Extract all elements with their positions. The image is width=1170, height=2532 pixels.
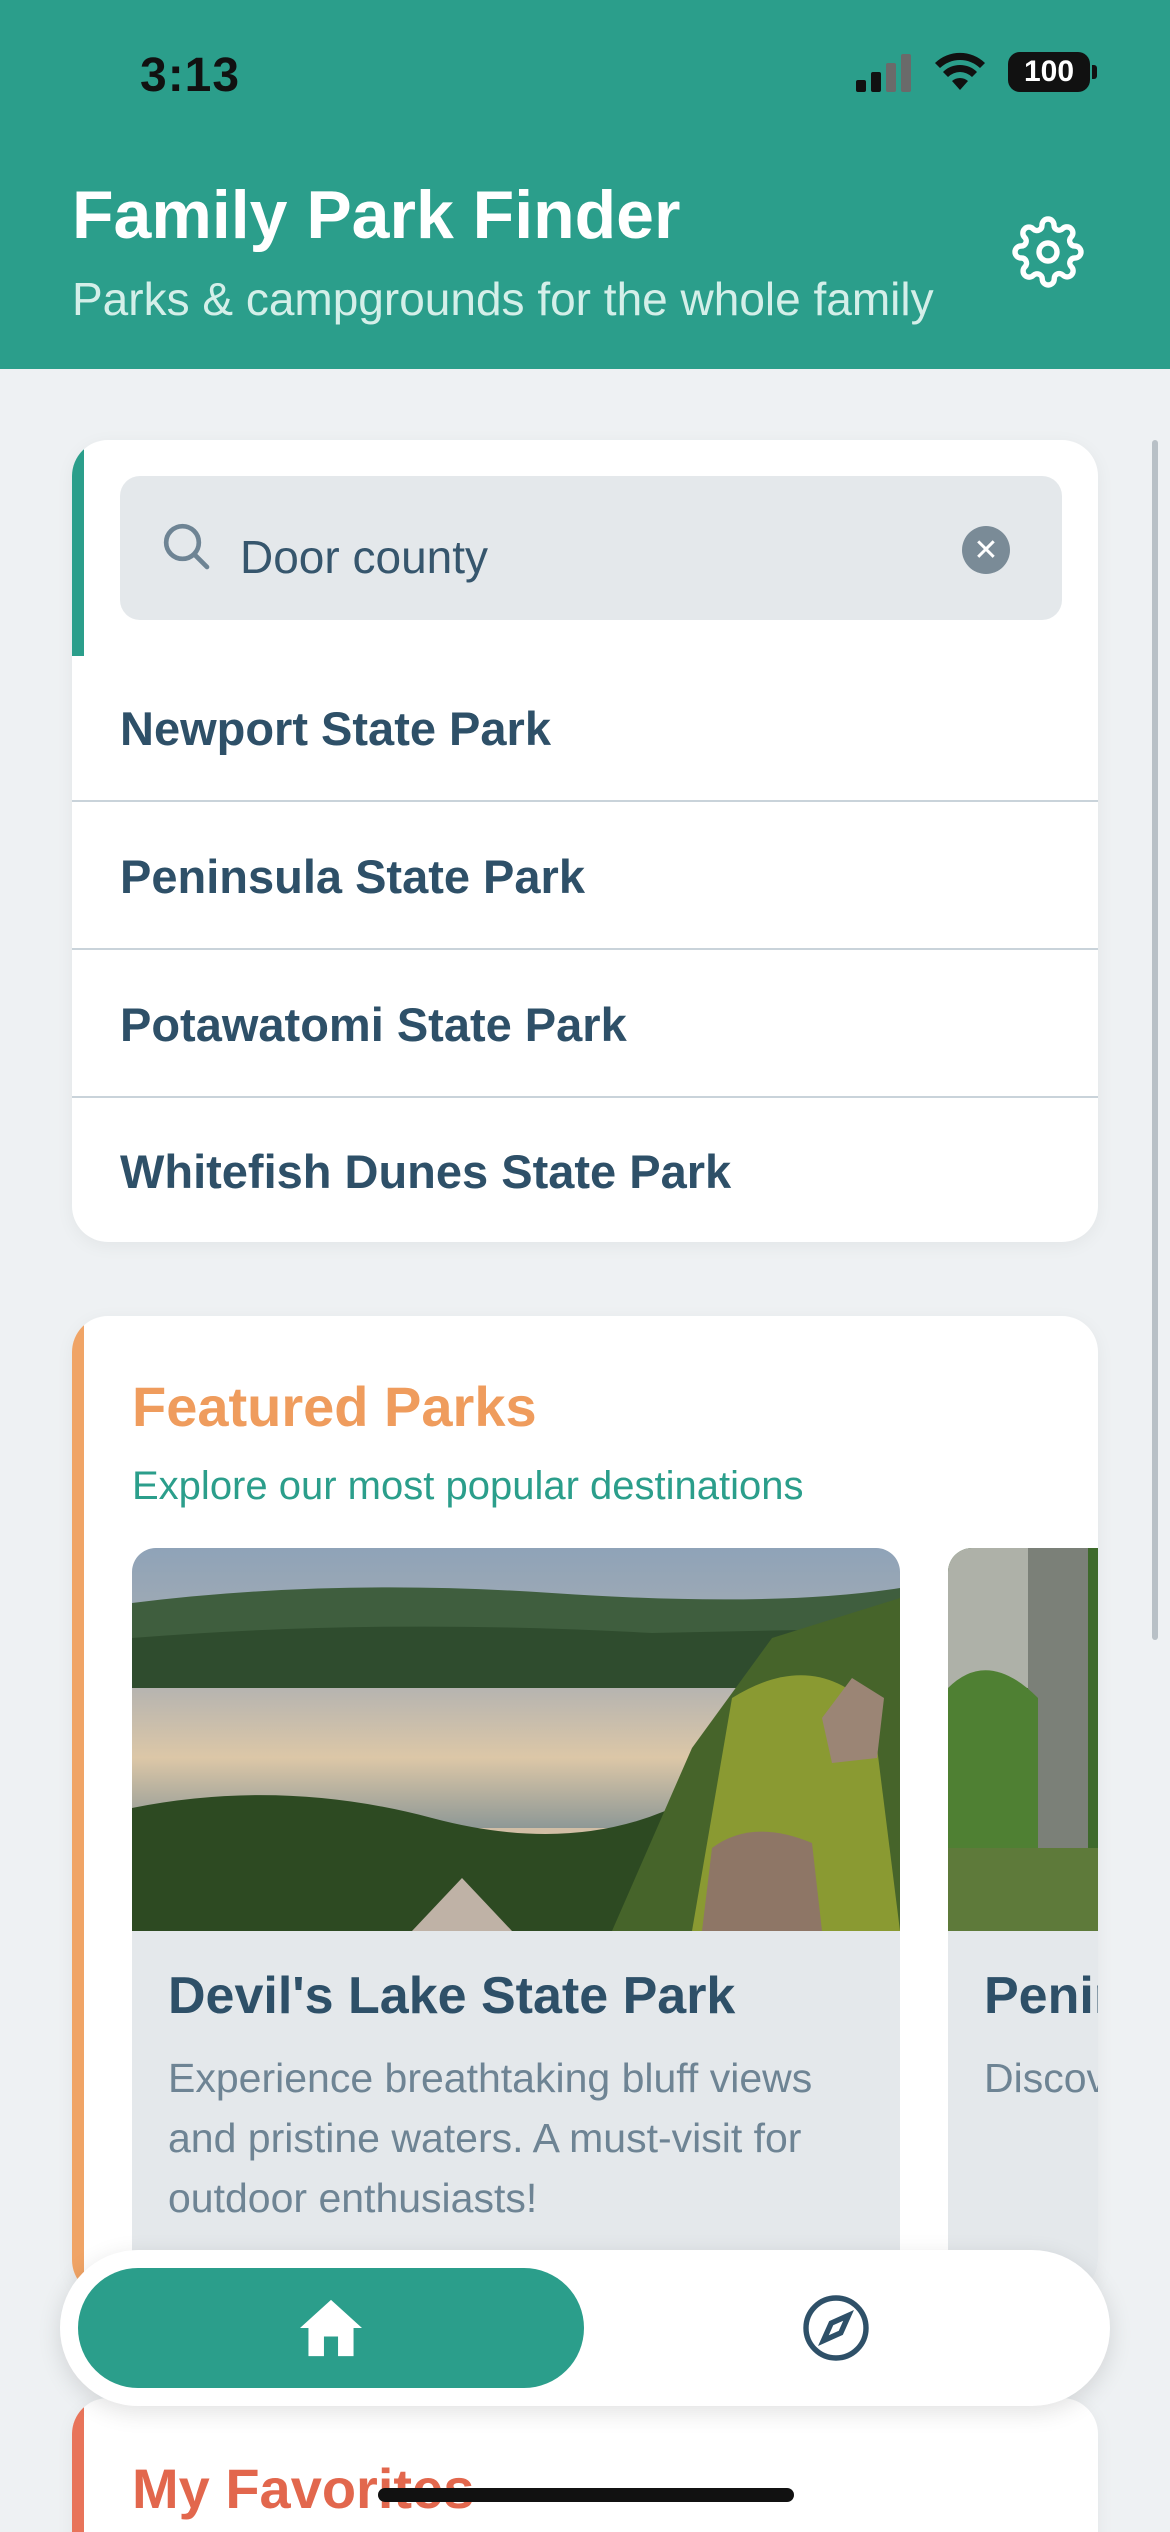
featured-accent: [72, 1316, 84, 2296]
signal-icon: [856, 54, 911, 92]
status-icons: 100: [856, 52, 1097, 92]
featured-title: Featured Parks: [132, 1375, 537, 1438]
park-photo: [132, 1548, 900, 1931]
gear-icon[interactable]: [1012, 216, 1084, 288]
search-result-item[interactable]: Whitefish Dunes State Park: [72, 1098, 1098, 1242]
app-title: Family Park Finder: [72, 177, 681, 253]
search-result-item[interactable]: Newport State Park: [72, 656, 1098, 802]
search-value[interactable]: Door county: [240, 530, 488, 584]
search-accent: [72, 440, 84, 656]
status-time: 3:13: [140, 49, 241, 102]
close-icon[interactable]: ✕: [962, 526, 1010, 574]
home-icon: [300, 2299, 362, 2357]
scrollbar[interactable]: [1152, 440, 1158, 1640]
bottom-nav: [60, 2250, 1110, 2406]
featured-subtitle: Explore our most popular destinations: [132, 1464, 804, 1508]
search-result-item[interactable]: Potawatomi State Park: [72, 952, 1098, 1098]
featured-parks-card: Featured Parks Explore our most popular …: [72, 1316, 1098, 2296]
favorites-accent: [72, 2398, 84, 2532]
favorites-card: My Favorites: [72, 2398, 1098, 2532]
battery-icon: 100: [1008, 52, 1097, 92]
park-name: Peninsula State Park: [984, 1967, 1098, 2025]
nav-home-button[interactable]: [78, 2268, 584, 2388]
park-photo: [948, 1548, 1098, 1931]
app-header: 3:13 100 Family Park Finder Parks & camp…: [0, 0, 1170, 369]
app-subtitle: Parks & campgrounds for the whole family: [72, 273, 934, 325]
wifi-icon: [935, 52, 985, 90]
park-description: Experience breathtaking bluff views and …: [168, 2055, 813, 2221]
park-name: Devil's Lake State Park: [168, 1967, 736, 2025]
search-input[interactable]: Door county ✕: [120, 476, 1062, 620]
park-description: Discover stunning ... and ev...: [984, 2055, 1098, 2101]
park-card-devils-lake[interactable]: Devil's Lake State Park Experience breat…: [132, 1548, 900, 2296]
search-result-item[interactable]: Peninsula State Park: [72, 804, 1098, 950]
home-indicator[interactable]: [378, 2488, 794, 2502]
park-card-peninsula[interactable]: Peninsula State Park Discover stunning .…: [948, 1548, 1098, 2296]
search-icon: [163, 523, 210, 570]
compass-icon[interactable]: [800, 2292, 872, 2364]
search-card: Door county ✕ Newport State Park Peninsu…: [72, 440, 1098, 1242]
